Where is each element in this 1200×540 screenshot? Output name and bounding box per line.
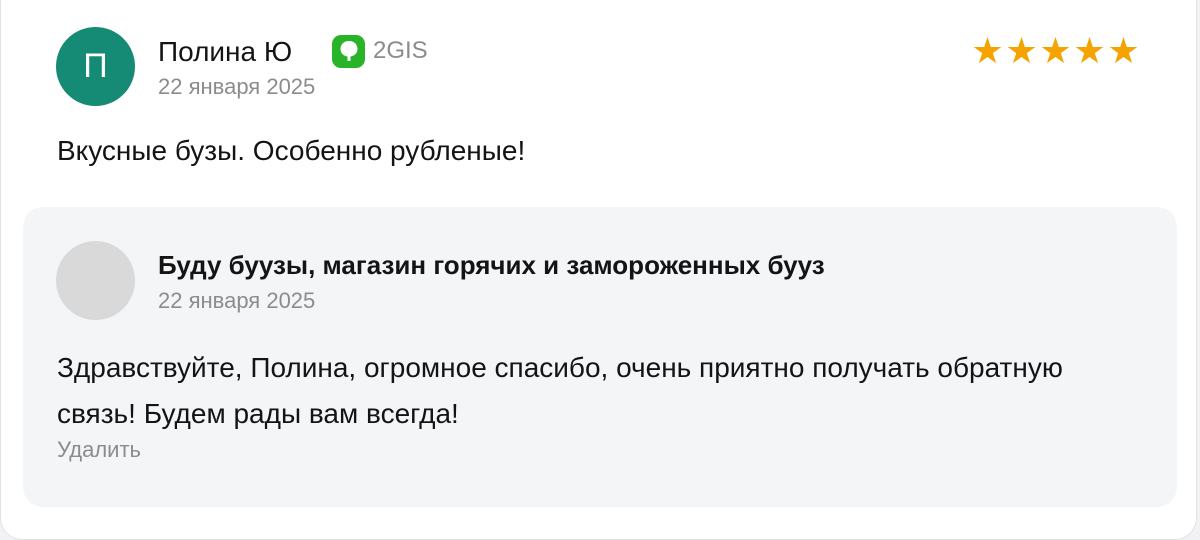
star-icon: ★ [1005, 30, 1038, 71]
review-header: П Полина Ю 2GIS 22 января 2025 ★ ★ ★ ★ ★ [56, 27, 1146, 107]
delete-reply-link[interactable]: Удалить [57, 436, 141, 464]
source-label: 2GIS [373, 37, 428, 64]
reply-date: 22 января 2025 [158, 288, 316, 313]
review-text: Вкусные бузы. Особенно рубленые! [57, 135, 526, 166]
review-card: П Полина Ю 2GIS 22 января 2025 ★ ★ ★ ★ ★ Вку… [0, 0, 1197, 540]
star-icon: ★ [971, 30, 1004, 71]
reply-author: Буду буузы, магазин горячих и замороженн… [158, 250, 825, 280]
author-name: Полина Ю [158, 36, 293, 67]
avatar: П [56, 27, 135, 106]
reply-avatar [56, 241, 135, 320]
star-icon: ★ [1073, 30, 1106, 71]
review-date: 22 января 2025 [158, 74, 316, 99]
avatar-initial: П [83, 47, 108, 85]
rating-stars: ★ ★ ★ ★ ★ [971, 31, 1140, 71]
owner-reply: Буду буузы, магазин горячих и замороженн… [23, 207, 1177, 507]
reply-text: Здравствуйте, Полина, огромное спасибо, … [57, 352, 1063, 429]
review-source: 2GIS [332, 34, 428, 68]
star-icon: ★ [1039, 30, 1072, 71]
2gis-icon [332, 34, 365, 68]
star-icon: ★ [1107, 30, 1140, 71]
